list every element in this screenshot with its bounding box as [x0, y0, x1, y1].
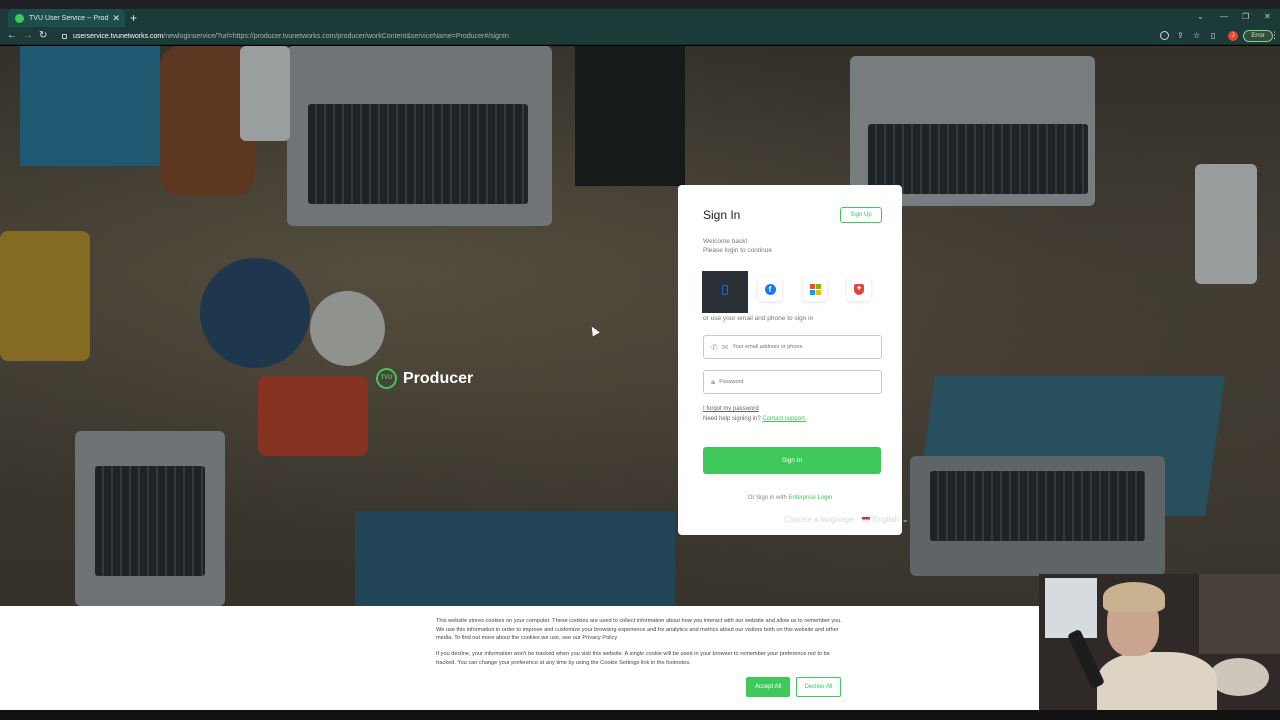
welcome-line-2: Please login to continue [703, 247, 773, 254]
cam-person-body [1097, 652, 1217, 710]
profile-avatar[interactable]: J [1228, 31, 1238, 41]
tab-close-icon[interactable]: ✕ [112, 13, 120, 24]
background-dim-overlay [0, 46, 1280, 606]
sidebar-icon[interactable]: ▯ [1211, 29, 1215, 43]
forward-icon[interactable]: → [23, 29, 33, 43]
shield-login-button[interactable]: ✚ [847, 277, 871, 301]
enterprise-login: Or Sign in with Enterprise Login [678, 495, 902, 501]
cam-monitor [1045, 578, 1097, 638]
contact-support-link[interactable]: Contact support. [762, 416, 806, 422]
tab-search-icon[interactable]: ⌄ [1197, 12, 1204, 21]
signin-title: Sign In [703, 208, 741, 222]
qr-icon [722, 285, 728, 295]
cam-person-hair [1103, 582, 1165, 612]
enterprise-prefix: Or Sign in with [747, 495, 787, 501]
microsoft-login-button[interactable] [803, 277, 827, 301]
google-lens-icon[interactable] [1160, 31, 1169, 40]
forgot-password-link[interactable]: I forgot my password [703, 406, 759, 412]
decline-all-button[interactable]: Decline All [796, 677, 841, 697]
url-field[interactable]: userservice.tvunetworks.com/newloginserv… [56, 29, 1151, 43]
tab-strip [0, 9, 1280, 27]
signin-card: Sign In Sign Up Welcome back! Please log… [678, 185, 902, 535]
qr-login-button[interactable] [702, 271, 748, 313]
help-text: Need help signing in? Contact support. [703, 416, 806, 422]
back-icon[interactable]: ← [7, 29, 17, 43]
url-host: userservice.tvunetworks.com [73, 32, 164, 40]
microsoft-icon [809, 283, 821, 295]
webcam-overlay [1039, 574, 1280, 710]
url-path: /newloginservice/?url=https://producer.t… [163, 32, 509, 40]
signin-button[interactable]: Sign In [703, 447, 881, 474]
bottom-bar [0, 710, 1280, 720]
share-icon[interactable]: ⇪ [1177, 29, 1184, 43]
error-badge[interactable]: Error [1243, 30, 1273, 42]
brand-name: Producer [403, 369, 474, 387]
enterprise-login-link[interactable]: Enterprise Login [788, 495, 832, 501]
producer-logo: TVU Producer [376, 368, 473, 389]
language-value: English [872, 515, 899, 524]
tab-favicon-icon [15, 13, 24, 23]
page-background: TVU Producer Sign In Sign Up Welcome bac… [0, 46, 1280, 606]
help-prefix: Need help signing in? [703, 416, 761, 422]
email-input[interactable] [732, 344, 863, 350]
cookie-text-2: If you decline, your information won't b… [436, 651, 830, 666]
cam-pillow [1209, 658, 1269, 696]
phone-icon: ✆ [711, 342, 718, 352]
password-field[interactable]: 🔒︎ [703, 370, 882, 394]
chevron-down-icon: ⌄ [901, 515, 909, 524]
or-use-email-text: or use your email and phone to sign in [703, 315, 814, 322]
welcome-line-1: Welcome back! [703, 238, 748, 245]
maximize-icon[interactable]: ❐ [1242, 12, 1249, 21]
tvu-logo-icon: TVU [376, 368, 397, 389]
minimize-icon[interactable]: — [1220, 12, 1228, 21]
lock-icon [62, 33, 67, 39]
new-tab-icon[interactable]: + [130, 11, 137, 25]
signup-button[interactable]: Sign Up [840, 207, 882, 223]
browser-menu-icon[interactable]: ⋮ [1270, 30, 1279, 41]
reload-icon[interactable]: ↻ [39, 29, 47, 43]
cam-shelf [1199, 574, 1280, 654]
facebook-login-button[interactable]: f [758, 277, 782, 301]
cookie-banner: This website stores cookies on your comp… [0, 606, 1040, 710]
close-window-icon[interactable]: ✕ [1264, 12, 1271, 21]
mail-icon: ✉ [721, 342, 729, 352]
facebook-icon: f [764, 283, 776, 295]
accept-all-button[interactable]: Accept All [746, 677, 790, 697]
shield-icon: ✚ [854, 283, 864, 295]
tab-title: TVU User Service -- Producer [29, 14, 109, 22]
password-input[interactable] [719, 379, 850, 385]
language-selector[interactable]: Choose a language: English ⌄ [784, 515, 909, 524]
browser-tab[interactable]: TVU User Service -- Producer ✕ [8, 9, 125, 27]
browser-tabbar: TVU User Service -- Producer ✕ + ⌄ — ❐ ✕ [0, 0, 1280, 27]
email-field[interactable]: ✆ ✉ [703, 335, 882, 359]
cookie-text-1: This website stores cookies on your comp… [436, 618, 842, 642]
welcome-text: Welcome back! Please login to continue [703, 237, 772, 255]
us-flag-icon [861, 517, 870, 522]
address-bar: ← → ↻ userservice.tvunetworks.com/newlog… [0, 27, 1280, 45]
bookmark-star-icon[interactable]: ☆ [1193, 29, 1200, 43]
language-label: Choose a language: [784, 515, 856, 524]
password-lock-icon: 🔒︎ [711, 377, 716, 386]
